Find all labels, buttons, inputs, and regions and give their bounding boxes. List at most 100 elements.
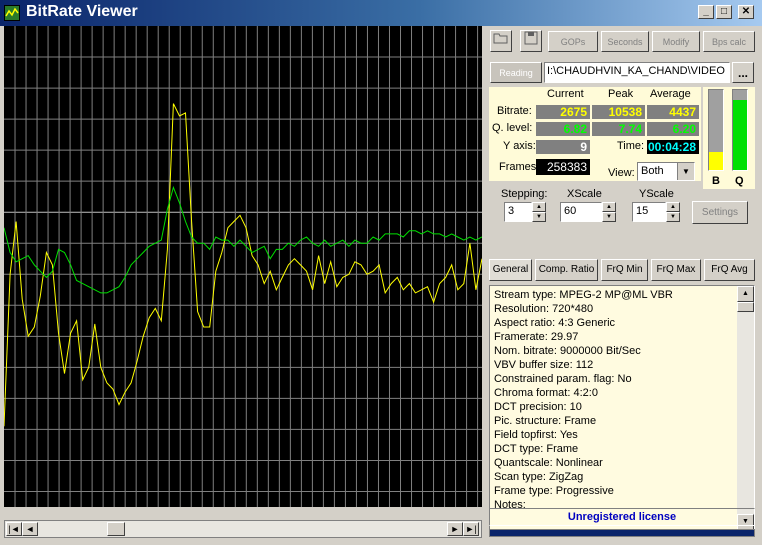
- info-line: Field topfirst: Yes: [494, 429, 578, 441]
- time-label: Time:: [617, 140, 645, 152]
- browse-button[interactable]: ...: [732, 62, 754, 83]
- seconds-button[interactable]: Seconds: [601, 31, 649, 52]
- q-meter-fill: [733, 99, 747, 170]
- stepping-label: Stepping:: [501, 188, 548, 200]
- yaxis-label: Y axis:: [503, 140, 536, 152]
- xscale-label: XScale: [567, 188, 602, 200]
- title-bar: BitRate Viewer _ □ ✕: [0, 0, 762, 26]
- info-line: Framerate: 29.97: [494, 331, 579, 343]
- info-line: Scan type: ZigZag: [494, 471, 584, 483]
- view-label: View:: [608, 167, 635, 179]
- info-line: Quantscale: Nonlinear: [494, 457, 603, 469]
- info-line: Stream type: MPEG-2 MP@ML VBR: [494, 289, 673, 301]
- bitrate-plot[interactable]: [4, 26, 482, 507]
- stepping-down-icon[interactable]: ▼: [532, 212, 546, 222]
- yscale-spinner[interactable]: 15 ▲ ▼: [632, 202, 680, 222]
- info-line: Pic. structure: Frame: [494, 415, 597, 427]
- chevron-down-icon[interactable]: ▼: [677, 163, 694, 180]
- time-value: 00:04:28: [647, 140, 699, 154]
- plot-canvas: [4, 26, 482, 507]
- info-line: Resolution: 720*480: [494, 303, 594, 315]
- xscale-spinner[interactable]: 60 ▲ ▼: [560, 202, 616, 222]
- tab-comp-ratio[interactable]: Comp. Ratio: [535, 259, 598, 281]
- xscale-input[interactable]: 60: [560, 202, 602, 222]
- control-panel: GOPs Seconds Modify Bps calc Reading I:\…: [486, 26, 762, 545]
- tab-frq-max[interactable]: FrQ Max: [651, 259, 701, 281]
- scroll-left-icon[interactable]: ◄: [22, 522, 38, 536]
- maximize-button[interactable]: □: [716, 5, 732, 19]
- yaxis-value: 9: [536, 140, 590, 154]
- q-meter: [732, 89, 748, 171]
- q-meter-label: Q: [735, 175, 744, 187]
- bitrate-series-line: [4, 103, 482, 427]
- b-meter-fill: [709, 152, 723, 170]
- info-line: Frame type: Progressive: [494, 485, 614, 497]
- app-icon: [4, 5, 20, 21]
- meters-panel: B Q: [703, 87, 755, 189]
- modify-button[interactable]: Modify: [652, 31, 700, 52]
- yscale-down-icon[interactable]: ▼: [666, 212, 680, 222]
- tab-general[interactable]: General: [489, 259, 532, 281]
- stepping-input[interactable]: 3: [504, 202, 532, 222]
- header-peak: Peak: [608, 88, 634, 100]
- info-vertical-scrollbar[interactable]: ▲ ▼: [737, 286, 754, 530]
- xscale-up-icon[interactable]: ▲: [602, 202, 616, 212]
- info-line: Nom. bitrate: 9000000 Bit/Sec: [494, 345, 641, 357]
- header-current: Current: [547, 88, 584, 100]
- info-scroll-thumb[interactable]: [737, 302, 754, 312]
- info-line: Aspect ratio: 4:3 Generic: [494, 317, 616, 329]
- xscale-down-icon[interactable]: ▼: [602, 212, 616, 222]
- info-line: Chroma format: 4:2:0: [494, 387, 598, 399]
- stream-info-list: Stream type: MPEG-2 MP@ML VBR Resolution:…: [494, 288, 673, 512]
- info-line: Constrained param. flag: No: [494, 373, 632, 385]
- scroll-up-icon[interactable]: ▲: [737, 286, 754, 302]
- horizontal-scrollbar[interactable]: |◄ ◄ ► ►|: [4, 520, 482, 538]
- qlevel-label: Q. level:: [492, 122, 533, 134]
- frames-label: Frames:: [499, 161, 540, 173]
- scroll-right-icon[interactable]: ►: [447, 522, 463, 536]
- scroll-start-button[interactable]: |◄: [6, 522, 22, 536]
- bitrate-current: 2675: [536, 105, 590, 119]
- view-select[interactable]: Both ▼: [637, 162, 695, 181]
- view-select-value: Both: [641, 165, 664, 177]
- info-line: DCT type: Frame: [494, 443, 579, 455]
- window-title: BitRate Viewer: [26, 3, 138, 20]
- open-button[interactable]: [490, 30, 512, 52]
- header-average: Average: [650, 88, 691, 100]
- yscale-input[interactable]: 15: [632, 202, 666, 222]
- tab-frq-min[interactable]: FrQ Min: [601, 259, 648, 281]
- settings-button[interactable]: Settings: [692, 201, 748, 224]
- info-line: DCT precision: 10: [494, 401, 582, 413]
- progress-bar: [489, 529, 755, 537]
- qlevel-current: 6.82: [536, 122, 590, 136]
- stepping-up-icon[interactable]: ▲: [532, 202, 546, 212]
- qlevel-peak: 7.74: [592, 122, 645, 136]
- plot-grid: [4, 26, 482, 507]
- minimize-button[interactable]: _: [698, 5, 714, 19]
- yscale-label: YScale: [639, 188, 674, 200]
- bps-calc-button[interactable]: Bps calc: [703, 31, 755, 52]
- license-status: Unregistered license: [489, 508, 755, 526]
- folder-open-icon: [493, 33, 508, 44]
- scroll-thumb[interactable]: [107, 522, 125, 536]
- b-meter: [708, 89, 724, 171]
- close-button[interactable]: ✕: [738, 5, 754, 19]
- yscale-up-icon[interactable]: ▲: [666, 202, 680, 212]
- frames-value: 258383: [536, 159, 590, 175]
- bitrate-peak: 10538: [592, 105, 645, 119]
- file-path-field[interactable]: I:\CHAUDHVIN_KA_CHAND\VIDEO: [544, 62, 730, 83]
- stepping-spinner[interactable]: 3 ▲ ▼: [504, 202, 546, 222]
- reading-button[interactable]: Reading: [490, 62, 542, 83]
- bitrate-label: Bitrate:: [497, 105, 532, 117]
- scroll-end-button[interactable]: ►|: [463, 522, 479, 536]
- gops-button[interactable]: GOPs: [548, 31, 598, 52]
- bitrate-average: 4437: [647, 105, 699, 119]
- qlevel-average: 6.20: [647, 122, 699, 136]
- qlevel-series-line: [4, 185, 482, 294]
- save-button[interactable]: [520, 30, 542, 52]
- b-meter-label: B: [712, 175, 720, 187]
- floppy-disk-icon: [524, 31, 538, 45]
- info-line: VBV buffer size: 112: [494, 359, 594, 371]
- tab-frq-avg[interactable]: FrQ Avg: [704, 259, 755, 281]
- stream-info-box: Stream type: MPEG-2 MP@ML VBR Resolution:…: [489, 285, 755, 531]
